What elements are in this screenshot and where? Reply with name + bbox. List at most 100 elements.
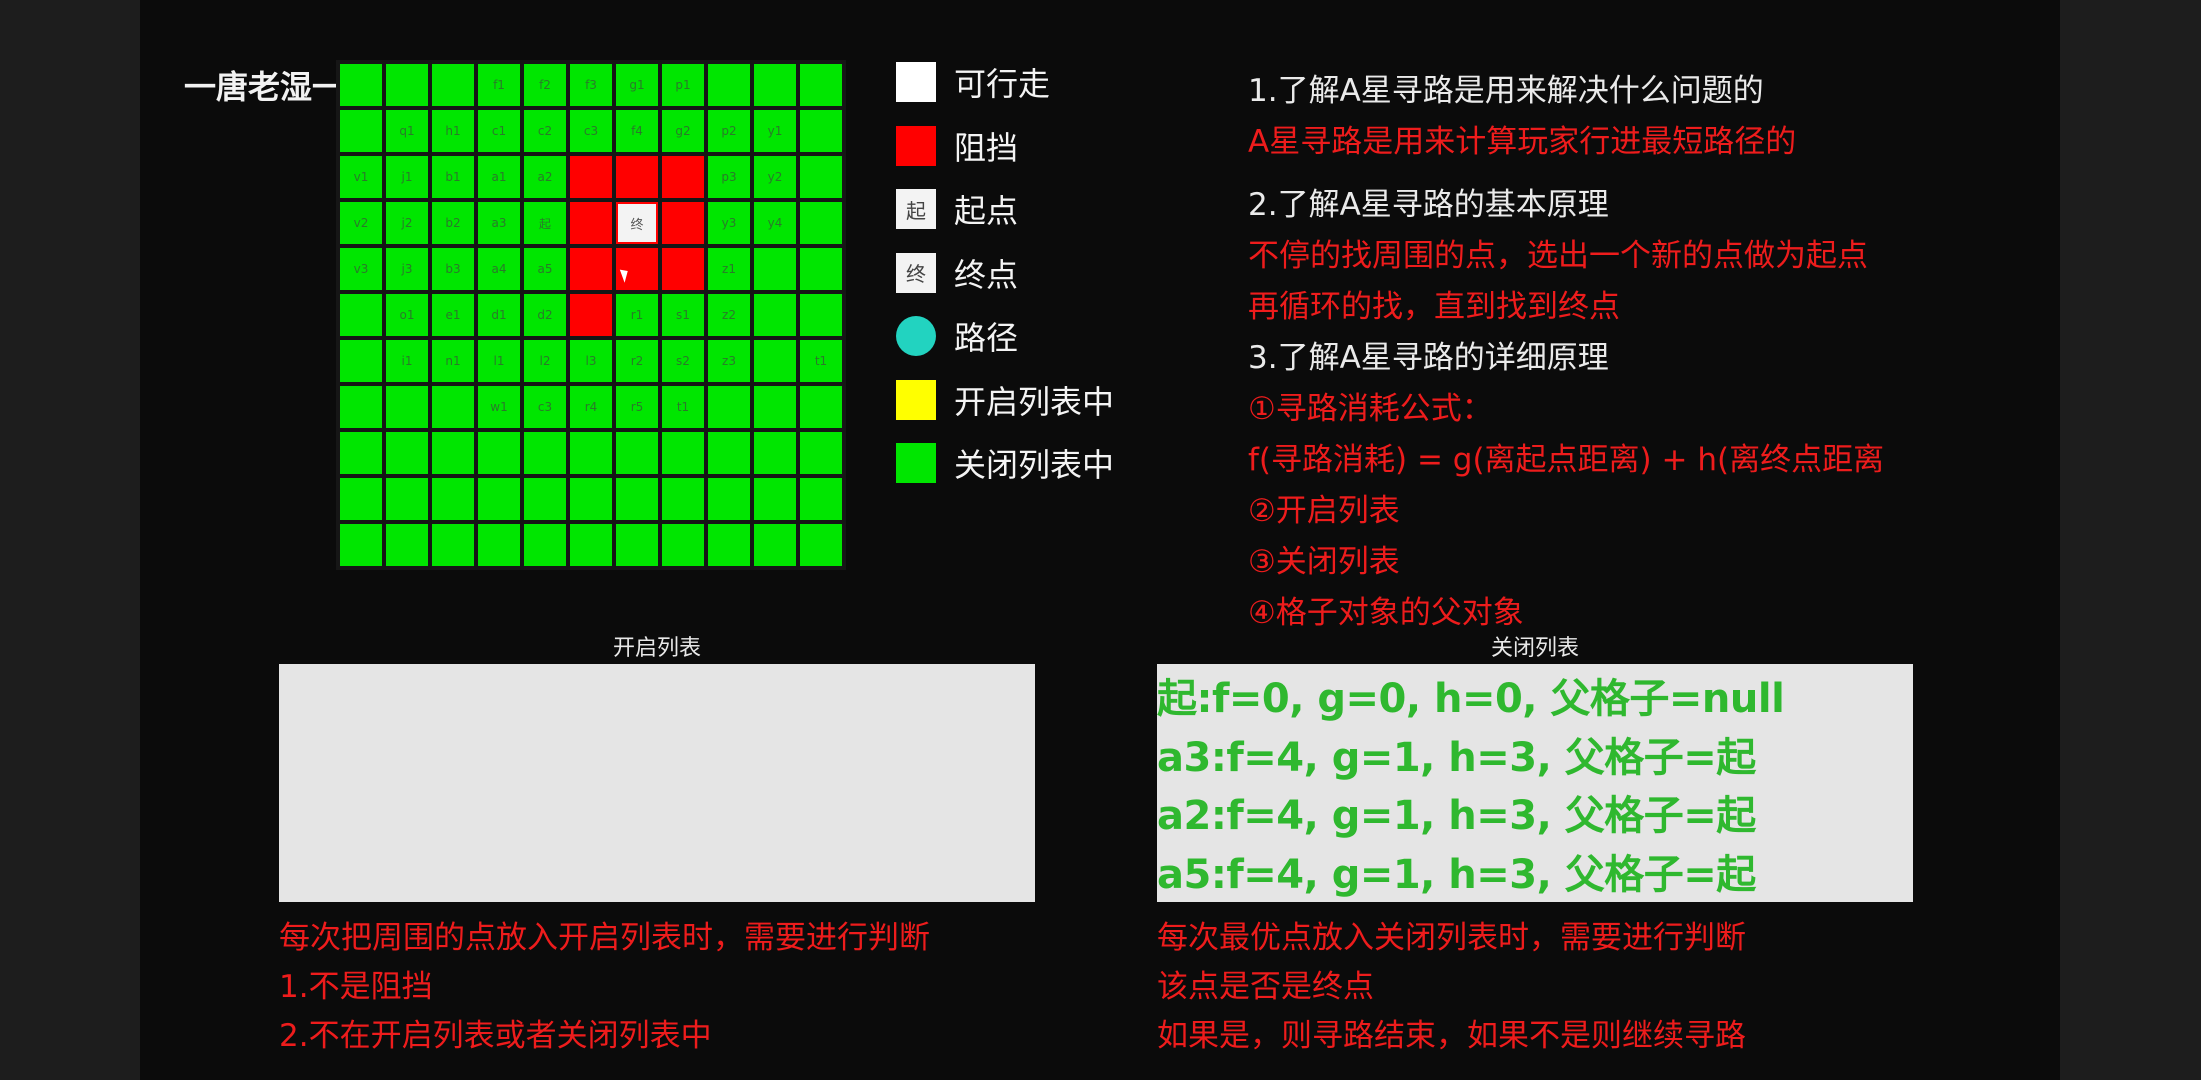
grid-cell[interactable] bbox=[616, 432, 658, 474]
grid-cell[interactable] bbox=[340, 64, 382, 106]
grid-cell[interactable]: y4 bbox=[754, 202, 796, 244]
grid-cell[interactable] bbox=[478, 432, 520, 474]
grid-cell[interactable]: f3 bbox=[570, 64, 612, 106]
grid-cell[interactable]: b3 bbox=[432, 248, 474, 290]
grid-cell[interactable]: p1 bbox=[662, 64, 704, 106]
grid-cell[interactable] bbox=[616, 524, 658, 566]
grid-cell[interactable] bbox=[340, 386, 382, 428]
grid-cell[interactable]: b2 bbox=[432, 202, 474, 244]
grid-cell[interactable]: f2 bbox=[524, 64, 566, 106]
grid-cell[interactable]: i1 bbox=[386, 340, 428, 382]
grid-cell[interactable] bbox=[340, 524, 382, 566]
grid-cell[interactable]: a1 bbox=[478, 156, 520, 198]
grid-cell-blocked[interactable] bbox=[662, 202, 704, 244]
grid-cell[interactable]: s1 bbox=[662, 294, 704, 336]
grid-cell[interactable]: g2 bbox=[662, 110, 704, 152]
grid-cell[interactable]: r5 bbox=[616, 386, 658, 428]
grid-cell[interactable] bbox=[570, 478, 612, 520]
grid-cell[interactable] bbox=[754, 524, 796, 566]
grid-cell[interactable]: j2 bbox=[386, 202, 428, 244]
grid-cell[interactable]: c3 bbox=[570, 110, 612, 152]
grid-cell[interactable]: z3 bbox=[708, 340, 750, 382]
grid-cell-blocked[interactable] bbox=[570, 156, 612, 198]
grid-cell[interactable] bbox=[340, 432, 382, 474]
grid-cell[interactable]: f4 bbox=[616, 110, 658, 152]
grid-cell[interactable]: f1 bbox=[478, 64, 520, 106]
grid-cell[interactable]: q1 bbox=[386, 110, 428, 152]
grid-cell[interactable]: j3 bbox=[386, 248, 428, 290]
grid-cell[interactable]: v2 bbox=[340, 202, 382, 244]
grid-cell[interactable]: r2 bbox=[616, 340, 658, 382]
grid-cell[interactable] bbox=[708, 64, 750, 106]
grid-cell[interactable] bbox=[386, 386, 428, 428]
grid-cell[interactable] bbox=[662, 478, 704, 520]
grid-cell[interactable] bbox=[754, 294, 796, 336]
grid-cell[interactable]: d2 bbox=[524, 294, 566, 336]
grid-cell[interactable] bbox=[340, 478, 382, 520]
grid-cell[interactable] bbox=[708, 386, 750, 428]
grid-cell[interactable] bbox=[524, 432, 566, 474]
grid-cell[interactable]: w1 bbox=[478, 386, 520, 428]
grid-cell-blocked[interactable] bbox=[616, 156, 658, 198]
grid-cell[interactable]: y1 bbox=[754, 110, 796, 152]
grid-cell[interactable] bbox=[432, 524, 474, 566]
grid-cell[interactable] bbox=[478, 478, 520, 520]
grid-cell[interactable]: r1 bbox=[616, 294, 658, 336]
grid-cell[interactable] bbox=[800, 294, 842, 336]
grid-cell-blocked[interactable] bbox=[570, 248, 612, 290]
grid-cell-blocked[interactable] bbox=[662, 248, 704, 290]
grid-cell[interactable] bbox=[662, 432, 704, 474]
grid-cell[interactable]: g1 bbox=[616, 64, 658, 106]
grid-cell-end[interactable]: 终 bbox=[616, 202, 658, 244]
grid-cell[interactable]: a2 bbox=[524, 156, 566, 198]
grid-cell[interactable]: b1 bbox=[432, 156, 474, 198]
grid-cell[interactable] bbox=[708, 478, 750, 520]
grid-cell[interactable]: v3 bbox=[340, 248, 382, 290]
grid-cell[interactable] bbox=[570, 524, 612, 566]
grid-cell[interactable]: o1 bbox=[386, 294, 428, 336]
grid-cell[interactable] bbox=[432, 432, 474, 474]
grid-cell[interactable]: c3 bbox=[524, 386, 566, 428]
grid-cell[interactable] bbox=[432, 386, 474, 428]
grid-cell[interactable]: l1 bbox=[478, 340, 520, 382]
grid-cell[interactable] bbox=[340, 110, 382, 152]
grid-cell[interactable]: d1 bbox=[478, 294, 520, 336]
grid-cell[interactable]: c2 bbox=[524, 110, 566, 152]
grid-cell[interactable] bbox=[386, 478, 428, 520]
grid-cell-blocked[interactable] bbox=[570, 294, 612, 336]
grid-cell[interactable]: a4 bbox=[478, 248, 520, 290]
grid-cell[interactable]: h1 bbox=[432, 110, 474, 152]
grid-cell-blocked[interactable] bbox=[570, 202, 612, 244]
grid-cell[interactable]: y3 bbox=[708, 202, 750, 244]
grid-cell[interactable]: j1 bbox=[386, 156, 428, 198]
grid-cell[interactable]: n1 bbox=[432, 340, 474, 382]
grid-cell[interactable] bbox=[662, 524, 704, 566]
grid-cell[interactable]: z2 bbox=[708, 294, 750, 336]
grid-cell[interactable]: c1 bbox=[478, 110, 520, 152]
grid-cell[interactable] bbox=[386, 524, 428, 566]
grid-cell[interactable]: 起 bbox=[524, 202, 566, 244]
grid-cell[interactable] bbox=[432, 478, 474, 520]
grid-cell[interactable]: p2 bbox=[708, 110, 750, 152]
grid-cell[interactable] bbox=[524, 524, 566, 566]
grid-cell[interactable]: v1 bbox=[340, 156, 382, 198]
grid-cell[interactable] bbox=[386, 64, 428, 106]
grid-cell[interactable]: l3 bbox=[570, 340, 612, 382]
grid-cell[interactable]: a5 bbox=[524, 248, 566, 290]
grid-cell[interactable] bbox=[478, 524, 520, 566]
grid-cell[interactable]: t1 bbox=[662, 386, 704, 428]
grid-cell[interactable] bbox=[800, 524, 842, 566]
grid-cell[interactable]: p3 bbox=[708, 156, 750, 198]
grid-cell[interactable] bbox=[432, 64, 474, 106]
astar-grid[interactable]: f1 f2 f3 g1 p1 q1 h1 c1 c2 c3 f4 g2 p2 y1 v1 j1 b1 a1 a2 p3… bbox=[336, 60, 846, 570]
grid-cell[interactable] bbox=[800, 248, 842, 290]
grid-cell[interactable] bbox=[386, 432, 428, 474]
grid-cell[interactable] bbox=[754, 248, 796, 290]
grid-cell[interactable] bbox=[754, 386, 796, 428]
grid-cell[interactable] bbox=[524, 478, 566, 520]
grid-cell[interactable]: e1 bbox=[432, 294, 474, 336]
grid-cell[interactable]: r4 bbox=[570, 386, 612, 428]
grid-cell[interactable] bbox=[570, 432, 612, 474]
grid-cell-blocked[interactable] bbox=[662, 156, 704, 198]
grid-cell[interactable]: z1 bbox=[708, 248, 750, 290]
